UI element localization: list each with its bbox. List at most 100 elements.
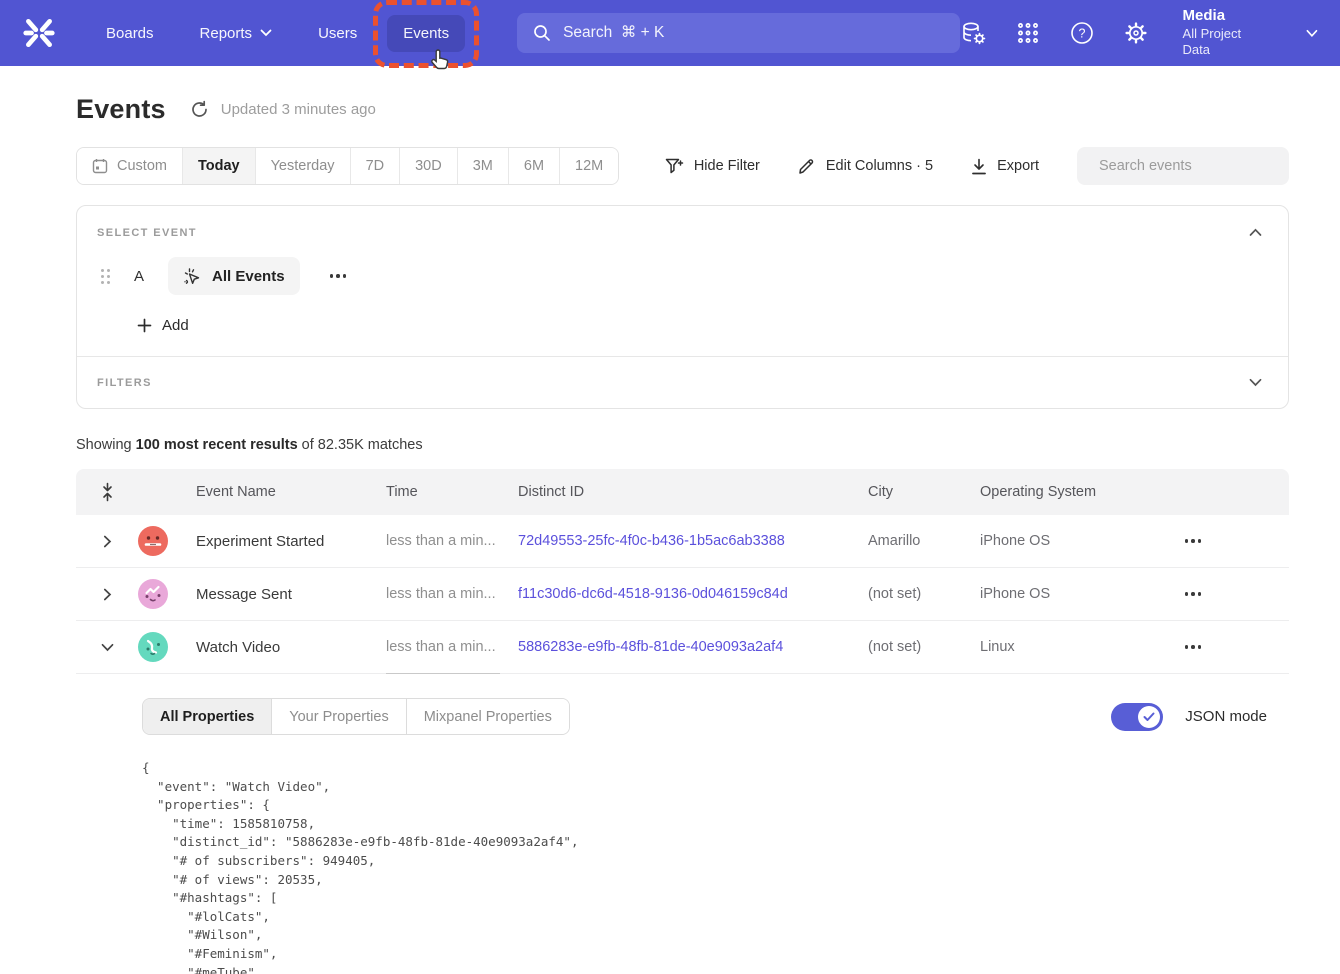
select-event-label: SELECT EVENT	[97, 227, 197, 239]
event-name: Watch Video	[196, 639, 386, 656]
add-event-button[interactable]: Add	[137, 317, 189, 334]
tab-all-properties[interactable]: All Properties	[143, 699, 272, 734]
event-os: Linux	[980, 639, 1130, 655]
event-avatar	[138, 632, 168, 662]
events-page: Events Updated 3 minutes ago Custom	[0, 66, 1340, 974]
top-nav: Boards Reports Users Events	[0, 0, 1340, 66]
calendar-icon	[92, 158, 108, 174]
chevron-down-icon	[260, 29, 272, 37]
project-selector[interactable]: Media All Project Data	[1183, 7, 1265, 58]
json-mode-toggle[interactable]	[1111, 703, 1163, 731]
date-option-today[interactable]: Today	[183, 148, 256, 184]
help-button[interactable]: ?	[1069, 19, 1095, 47]
chevron-down-icon	[101, 643, 114, 652]
drag-handle[interactable]	[101, 269, 110, 284]
toggle-knob	[1138, 706, 1160, 728]
expand-row-button[interactable]	[76, 588, 138, 601]
expand-filters-button[interactable]	[1243, 372, 1268, 393]
event-name: Message Sent	[196, 586, 386, 603]
chevron-down-icon[interactable]	[1306, 29, 1318, 38]
row-more-button[interactable]	[1179, 586, 1208, 602]
event-more-button[interactable]	[324, 268, 353, 284]
settings-button[interactable]	[1123, 19, 1149, 47]
distinct-id-link[interactable]: f11c30d6-dc6d-4518-9136-0d046159c84d	[518, 586, 868, 602]
page-title: Events	[76, 94, 166, 125]
filter-funnel-icon	[665, 158, 684, 175]
pencil-icon	[798, 157, 816, 175]
edit-columns-button[interactable]: Edit Columns · 5	[798, 157, 933, 175]
search-events-box[interactable]	[1077, 147, 1289, 185]
col-time: Time	[386, 484, 518, 500]
event-name: Experiment Started	[196, 533, 386, 550]
help-icon: ?	[1069, 20, 1095, 46]
expand-row-button[interactable]	[76, 535, 138, 548]
gear-icon	[1123, 20, 1149, 46]
event-avatar	[138, 526, 168, 556]
date-range-picker: Custom Today Yesterday 7D 30D 3M 6M 12M	[76, 147, 619, 185]
tab-mixpanel-properties[interactable]: Mixpanel Properties	[407, 699, 569, 734]
spark-cursor-icon	[183, 267, 202, 286]
database-gear-icon	[960, 20, 987, 47]
table-row[interactable]: Message Sent less than a min... f11c30d6…	[76, 568, 1289, 621]
json-mode-label: JSON mode	[1185, 708, 1267, 725]
hide-filter-button[interactable]: Hide Filter	[665, 158, 760, 175]
apps-grid-icon	[1016, 21, 1040, 45]
date-option-3m[interactable]: 3M	[458, 148, 509, 184]
chevron-right-icon	[103, 588, 112, 601]
apps-grid-button[interactable]	[1015, 19, 1041, 47]
download-icon	[971, 158, 987, 175]
table-row[interactable]: Experiment Started less than a min... 72…	[76, 515, 1289, 568]
tab-your-properties[interactable]: Your Properties	[272, 699, 406, 734]
event-os: iPhone OS	[980, 586, 1130, 602]
col-city: City	[868, 484, 980, 500]
events-table: Event Name Time Distinct ID City Operati…	[76, 469, 1289, 974]
distinct-id-link[interactable]: 5886283e-e9fb-48fb-81de-40e9093a2af4	[518, 639, 868, 655]
project-name: Media	[1183, 7, 1265, 26]
data-management-button[interactable]	[960, 19, 987, 47]
nav-item-events[interactable]: Events	[387, 15, 465, 52]
table-header: Event Name Time Distinct ID City Operati…	[76, 469, 1289, 515]
event-time: less than a min...	[386, 621, 518, 673]
mixpanel-logo[interactable]	[22, 16, 56, 50]
event-row-letter: A	[134, 268, 144, 285]
search-events-input[interactable]	[1099, 158, 1286, 174]
col-event-name: Event Name	[196, 484, 386, 500]
properties-tabs: All Properties Your Properties Mixpanel …	[142, 698, 570, 735]
col-operating-system: Operating System	[980, 484, 1130, 500]
chevron-down-icon	[1249, 378, 1262, 387]
collapse-rows-icon	[100, 482, 115, 502]
global-search[interactable]	[517, 13, 960, 53]
date-option-7d[interactable]: 7D	[351, 148, 401, 184]
row-more-button[interactable]	[1179, 533, 1208, 549]
collapse-select-event-button[interactable]	[1243, 222, 1268, 243]
event-os: iPhone OS	[980, 533, 1130, 549]
collapse-row-button[interactable]	[76, 643, 138, 652]
chevron-up-icon	[1249, 228, 1262, 237]
date-option-6m[interactable]: 6M	[509, 148, 560, 184]
event-time: less than a min...	[386, 515, 518, 567]
global-search-input[interactable]	[563, 24, 944, 42]
nav-item-reports[interactable]: Reports	[184, 15, 289, 52]
event-selector-button[interactable]: All Events	[168, 257, 300, 295]
event-city: (not set)	[868, 639, 980, 655]
date-option-12m[interactable]: 12M	[560, 148, 618, 184]
refresh-button[interactable]	[190, 100, 209, 119]
event-json-view: { "event": "Watch Video", "properties": …	[142, 759, 1267, 974]
nav-item-boards[interactable]: Boards	[90, 15, 170, 52]
date-option-30d[interactable]: 30D	[400, 148, 458, 184]
date-option-custom[interactable]: Custom	[77, 148, 183, 184]
date-option-yesterday[interactable]: Yesterday	[256, 148, 351, 184]
table-row-expanded[interactable]: Watch Video less than a min... 5886283e-…	[76, 621, 1289, 674]
filters-label: FILTERS	[97, 377, 152, 389]
results-summary: Showing 100 most recent results of 82.35…	[76, 437, 1289, 453]
distinct-id-link[interactable]: 72d49553-25fc-4f0c-b436-1b5ac6ab3388	[518, 533, 868, 549]
nav-item-users[interactable]: Users	[302, 15, 373, 52]
col-distinct-id: Distinct ID	[518, 484, 868, 500]
nav-item-events-wrap: Events	[387, 15, 465, 52]
svg-text:?: ?	[1078, 27, 1085, 41]
collapse-all-button[interactable]	[76, 482, 138, 502]
event-city: (not set)	[868, 586, 980, 602]
check-icon	[1143, 712, 1155, 722]
export-button[interactable]: Export	[971, 158, 1039, 175]
row-more-button[interactable]	[1179, 639, 1208, 655]
